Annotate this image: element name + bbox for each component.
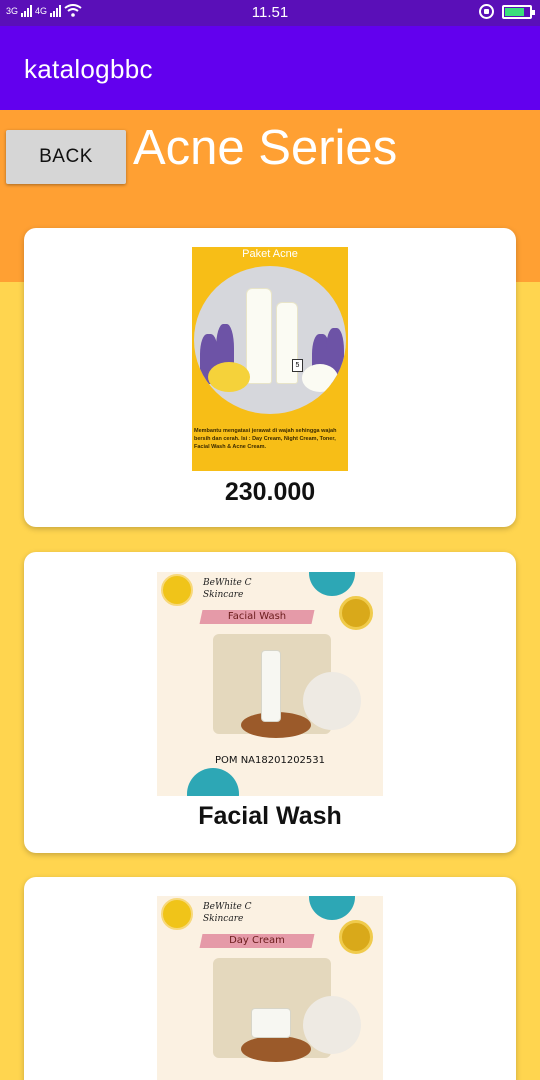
medal-icon — [339, 596, 373, 630]
medal-icon — [339, 920, 373, 954]
brand-name: BeWhite C Skincare — [203, 578, 252, 600]
battery-icon — [502, 4, 535, 19]
product-card[interactable]: BeWhite C Skincare Day Cream — [24, 877, 516, 1080]
product-photo: 5 — [194, 266, 346, 414]
product-image: Paket Acne 5 Membantu mengatasi jerawat … — [192, 247, 348, 471]
image-pom: POM NA18201202531 — [214, 755, 325, 766]
app-title: katalogbbc — [24, 54, 153, 84]
qr-code-icon — [303, 996, 361, 1054]
product-bottle — [261, 650, 281, 722]
rotation-lock-icon — [479, 4, 494, 19]
back-button[interactable]: BACK — [6, 130, 126, 184]
image-caption: Paket Acne — [242, 248, 298, 260]
image-banner: Facial Wash — [227, 611, 287, 622]
brand-logo-icon — [161, 574, 193, 606]
product-jar — [251, 1008, 291, 1038]
image-banner: Day Cream — [229, 935, 285, 946]
status-time: 11.51 — [251, 4, 289, 21]
image-description: Membantu mengatasi jerawat di wajah sehi… — [194, 428, 337, 450]
brand-logo-icon — [161, 898, 193, 930]
status-icons-right — [479, 4, 535, 19]
brand-name: BeWhite C Skincare — [203, 902, 252, 924]
status-bar: 3G 4G 11.51 — [0, 0, 540, 26]
qr-code-icon — [303, 672, 361, 730]
product-card[interactable]: BeWhite C Skincare Facial Wash POM NA182… — [24, 552, 516, 853]
page-title: Acne Series — [133, 121, 398, 175]
app-bar: katalogbbc — [0, 26, 540, 110]
image-badge: 5 — [292, 359, 303, 372]
product-label: 230.000 — [224, 478, 316, 506]
product-image: BeWhite C Skincare Facial Wash POM NA182… — [157, 572, 383, 796]
product-label: Facial Wash — [198, 802, 342, 830]
product-card[interactable]: Paket Acne 5 Membantu mengatasi jerawat … — [24, 228, 516, 527]
product-image: BeWhite C Skincare Day Cream — [157, 896, 383, 1080]
